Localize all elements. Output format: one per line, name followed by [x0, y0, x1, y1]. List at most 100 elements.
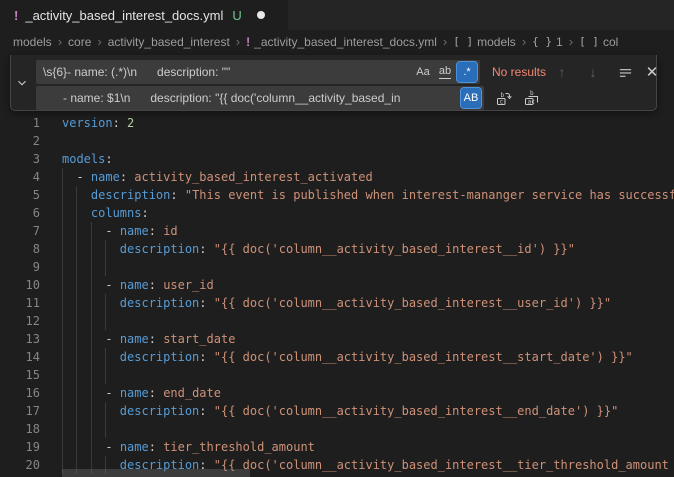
line-number: 4 [0, 168, 40, 186]
code-line[interactable]: 6 columns: [0, 204, 674, 222]
indent-guide [105, 366, 106, 384]
indent-guide [91, 312, 92, 330]
whole-word-button[interactable]: ab [435, 62, 455, 82]
code-line[interactable]: 19 - name: tier_threshold_amount [0, 438, 674, 456]
indent-guide [91, 366, 92, 384]
indent-guide [76, 384, 77, 402]
horizontal-scrollbar[interactable] [62, 469, 250, 477]
breadcrumb-item[interactable]: [ ]models [453, 35, 516, 49]
regex-button[interactable]: .* [457, 62, 477, 82]
code-line[interactable]: 12 [0, 312, 674, 330]
toggle-replace-chevron-icon[interactable] [11, 55, 33, 111]
replace-button[interactable]: c b [493, 86, 515, 110]
replace-all-button[interactable]: ac b [521, 86, 543, 110]
line-number: 12 [0, 312, 40, 330]
find-status-text: No results [492, 60, 546, 84]
breadcrumb-item[interactable]: core [68, 35, 91, 49]
indent-guide [76, 402, 77, 420]
breadcrumb-label: col [603, 35, 618, 49]
indent-guide [76, 258, 77, 276]
breadcrumb-label: activity_based_interest [108, 35, 230, 49]
line-number: 20 [0, 456, 40, 474]
indent-guide [91, 240, 92, 258]
preserve-case-button[interactable]: AB [461, 88, 481, 108]
object-icon: { } [532, 35, 552, 48]
code-line[interactable]: 11 description: "{{ doc('column__activit… [0, 294, 674, 312]
breadcrumb-separator: › [58, 34, 62, 49]
indent-guide [91, 402, 92, 420]
line-number: 19 [0, 438, 40, 456]
breadcrumb-separator: › [522, 34, 526, 49]
line-number: 3 [0, 150, 40, 168]
code-line[interactable]: 1version: 2 [0, 114, 674, 132]
code-line[interactable]: 4 - name: activity_based_interest_activa… [0, 168, 674, 186]
modified-dot-icon[interactable] [257, 11, 265, 19]
svg-text:ac: ac [528, 99, 536, 106]
code-line[interactable]: 7 - name: id [0, 222, 674, 240]
code-line[interactable]: 15 [0, 366, 674, 384]
indent-guide [62, 348, 63, 366]
indent-guide [91, 348, 92, 366]
indent-guide [62, 276, 63, 294]
tab-active-file[interactable]: ! _activity_based_interest_docs.yml U [0, 0, 288, 30]
code-line[interactable]: 16 - name: end_date [0, 384, 674, 402]
indent-guide [76, 186, 77, 204]
indent-guide [91, 330, 92, 348]
indent-guide [91, 258, 92, 276]
code-line[interactable]: 3models: [0, 150, 674, 168]
breadcrumb-item[interactable]: !_activity_based_interest_docs.yml [246, 35, 437, 49]
next-match-button[interactable]: ↓ [582, 60, 604, 84]
indent-guide [105, 348, 106, 366]
match-case-button[interactable]: Aa [413, 62, 433, 82]
code-line[interactable]: 5 description: "This event is published … [0, 186, 674, 204]
replace-input[interactable]: - name: $1\n description: "{{ doc('colum… [36, 86, 484, 110]
line-number: 5 [0, 186, 40, 204]
code-line[interactable]: 8 description: "{{ doc('column__activity… [0, 240, 674, 258]
indent-guide [91, 294, 92, 312]
yaml-file-icon: ! [14, 8, 18, 23]
code-line[interactable]: 18 [0, 420, 674, 438]
previous-match-button[interactable]: ↑ [551, 60, 573, 84]
indent-guide [105, 312, 106, 330]
find-replace-widget: \s{6}- name: (.*)\n description: "" Aa a… [10, 55, 657, 111]
find-in-selection-button[interactable] [614, 60, 636, 84]
indent-guide [76, 312, 77, 330]
code-line[interactable]: 17 description: "{{ doc('column__activit… [0, 402, 674, 420]
line-number: 18 [0, 420, 40, 438]
breadcrumb-item[interactable]: [ ]col [579, 35, 618, 49]
code-line[interactable]: 10 - name: user_id [0, 276, 674, 294]
line-number: 6 [0, 204, 40, 222]
svg-text:b: b [501, 92, 505, 99]
line-number: 16 [0, 384, 40, 402]
breadcrumb-item[interactable]: models [13, 35, 52, 49]
indent-guide [62, 384, 63, 402]
indent-guide [62, 438, 63, 456]
tab-bar: ! _activity_based_interest_docs.yml U [0, 0, 674, 30]
line-number: 17 [0, 402, 40, 420]
breadcrumb-item[interactable]: activity_based_interest [108, 35, 230, 49]
indent-guide [62, 330, 63, 348]
breadcrumb-item[interactable]: { }1 [532, 35, 563, 49]
code-area[interactable]: 1version: 223models:4 - name: activity_b… [0, 114, 674, 474]
indent-guide [105, 294, 106, 312]
code-line[interactable]: 9 [0, 258, 674, 276]
code-line[interactable]: 13 - name: start_date [0, 330, 674, 348]
indent-guide [91, 420, 92, 438]
code-line[interactable]: 14 description: "{{ doc('column__activit… [0, 348, 674, 366]
indent-guide [91, 438, 92, 456]
indent-guide [105, 420, 106, 438]
indent-guide [105, 240, 106, 258]
indent-guide [62, 186, 63, 204]
find-input[interactable]: \s{6}- name: (.*)\n description: "" Aa a… [36, 60, 480, 84]
line-number: 9 [0, 258, 40, 276]
close-find-widget-button[interactable]: ✕ [641, 60, 663, 84]
line-number: 1 [0, 114, 40, 132]
indent-guide [62, 168, 63, 186]
yaml-warning-icon: ! [246, 35, 250, 49]
code-line[interactable]: 2 [0, 132, 674, 150]
indent-guide [105, 402, 106, 420]
indent-guide [91, 222, 92, 240]
line-number: 8 [0, 240, 40, 258]
indent-guide [76, 348, 77, 366]
indent-guide [91, 276, 92, 294]
